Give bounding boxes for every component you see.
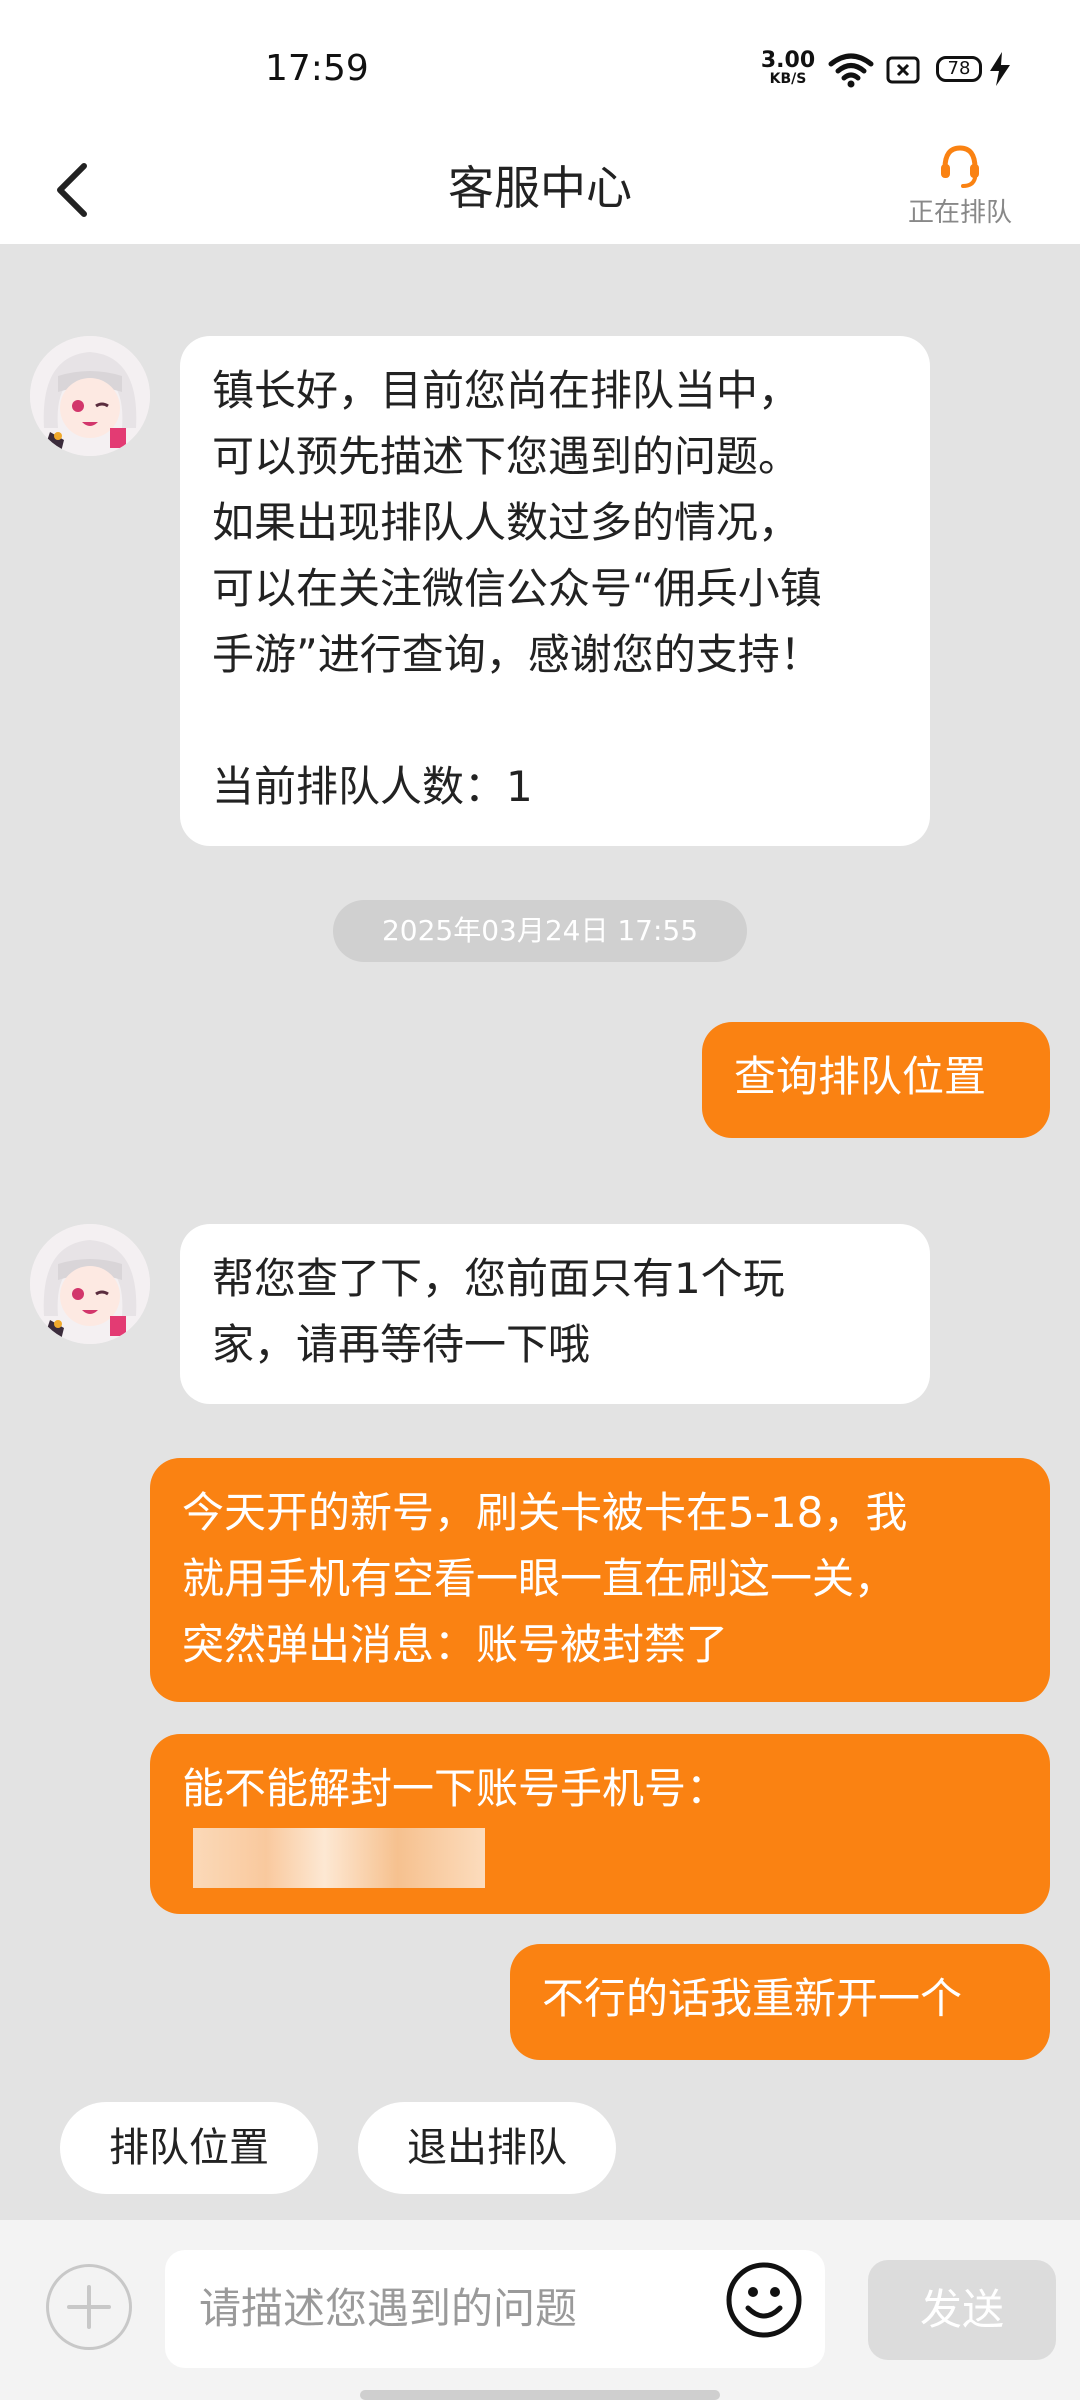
network-speed-unit: KB/S [769, 71, 807, 87]
agent-avatar[interactable] [30, 336, 150, 456]
status-bar: 17:59 3.00 KB/S 78 [0, 0, 1080, 142]
agent-avatar-image [30, 1224, 150, 1344]
user-message: 不行的话我重新开一个 [510, 1944, 1050, 2060]
queue-status-label: 正在排队 [907, 198, 1012, 228]
agent-avatar[interactable] [30, 1224, 150, 1344]
exit-queue-chip[interactable]: 退出排队 [358, 2102, 616, 2194]
wifi-icon [828, 53, 874, 88]
agent-message: 帮您查了下，您前面只有1个玩 家，请再等待一下哦 [180, 1224, 930, 1404]
user-message: 查询排队位置 [702, 1022, 1050, 1138]
add-attachment-button[interactable] [46, 2264, 132, 2350]
network-speed-value: 3.00 [760, 48, 816, 73]
redacted-phone-number [193, 1828, 485, 1888]
agent-avatar-image [30, 336, 150, 456]
status-time: 17:59 [265, 48, 369, 89]
message-timestamp: 2025年03月24日 17:55 [333, 900, 747, 962]
emoji-icon[interactable] [724, 2260, 804, 2340]
queue-position-chip[interactable]: 排队位置 [60, 2102, 318, 2194]
network-speed: 3.00 KB/S [758, 48, 818, 87]
sim-icon [886, 56, 920, 84]
headset-icon [941, 145, 979, 188]
send-button[interactable]: 发送 [868, 2260, 1056, 2360]
header-bar: 客服中心 正在排队 [0, 142, 1080, 244]
agent-message: 镇长好，目前您尚在排队当中， 可以预先描述下您遇到的问题。 如果出现排队人数过多… [180, 336, 930, 846]
composer-bar: 请描述您遇到的问题 发送 [0, 2220, 1080, 2400]
charging-icon [990, 52, 1010, 86]
home-indicator[interactable] [360, 2390, 720, 2400]
battery-icon: 78 [936, 56, 982, 82]
plus-icon [67, 2285, 111, 2329]
user-message: 今天开的新号，刷关卡被卡在5-18，我 就用手机有空看一眼一直在刷这一关， 突然… [150, 1458, 1050, 1702]
queue-status[interactable]: 正在排队 [890, 142, 1030, 229]
